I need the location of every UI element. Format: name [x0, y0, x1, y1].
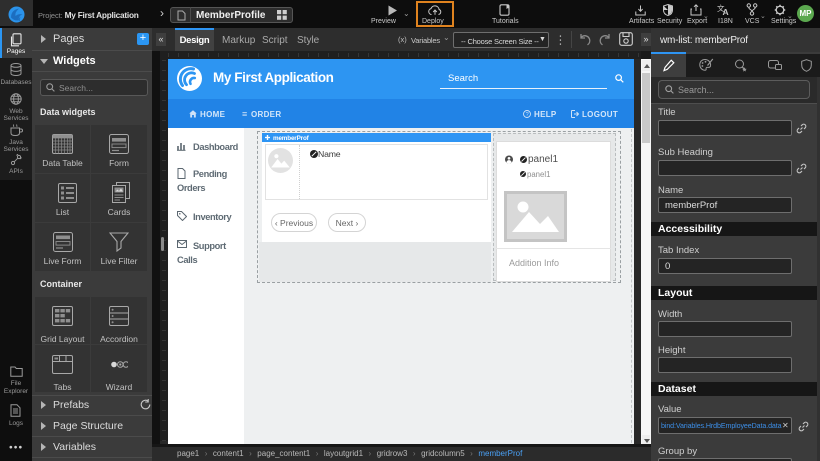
svg-text:A: A	[723, 7, 729, 16]
svg-text:?: ?	[526, 112, 529, 118]
